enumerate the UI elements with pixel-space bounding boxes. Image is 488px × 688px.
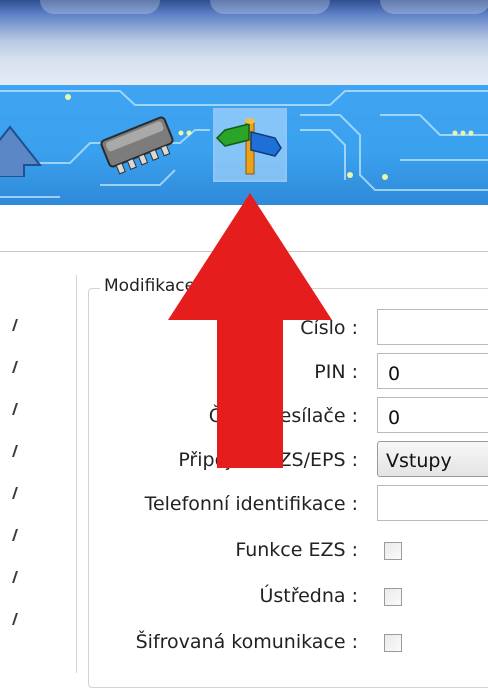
list-item-marker [10, 527, 20, 543]
left-list-panel [0, 275, 77, 673]
title-bar-glow [380, 0, 488, 14]
toolbar-button-signpost[interactable] [213, 108, 287, 182]
list-item-marker [10, 317, 20, 333]
list-item-marker [10, 401, 20, 417]
cislo-input[interactable] [377, 309, 488, 345]
label-cislo-presilace: Číslo přesílače : [208, 405, 358, 427]
group-title: Modifikace [100, 276, 200, 296]
label-funkce-ezs: Funkce EZS : [235, 539, 358, 561]
title-bar-glow [40, 0, 160, 14]
toolbar-separator-band [0, 205, 488, 252]
signpost-icon [215, 118, 282, 175]
window-title-bar [0, 0, 488, 90]
list-item-marker [10, 611, 20, 627]
ustredna-checkbox[interactable] [384, 588, 402, 606]
toolbar [0, 85, 488, 205]
sifrovana-komunikace-checkbox[interactable] [384, 634, 402, 652]
label-sifrovana-komunikace: Šifrovaná komunikace : [135, 631, 358, 653]
label-ustredna: Ústředna : [259, 585, 358, 607]
up-arrow-icon [0, 125, 43, 178]
toolbar-button-chip[interactable] [95, 110, 180, 175]
pripojeni-select[interactable]: Vstupy [377, 441, 488, 477]
list-item-marker [10, 569, 20, 585]
pin-input[interactable]: 0 [377, 353, 488, 389]
title-bar-glow [210, 0, 330, 14]
label-telefonni-identifikace: Telefonní identifikace : [144, 493, 358, 515]
list-item-marker [10, 443, 20, 459]
cislo-presilace-input[interactable]: 0 [377, 397, 488, 433]
chip-icon [100, 116, 174, 175]
label-pin: PIN : [314, 361, 358, 383]
toolbar-button-up[interactable] [0, 107, 45, 178]
list-item-marker [10, 485, 20, 501]
label-cislo: Číslo : [300, 317, 358, 339]
label-pripojeni: Připojení EZS/EPS : [178, 449, 358, 471]
list-item-marker [10, 359, 20, 375]
telefonni-identifikace-input[interactable] [377, 485, 488, 521]
funkce-ezs-checkbox[interactable] [384, 542, 402, 560]
